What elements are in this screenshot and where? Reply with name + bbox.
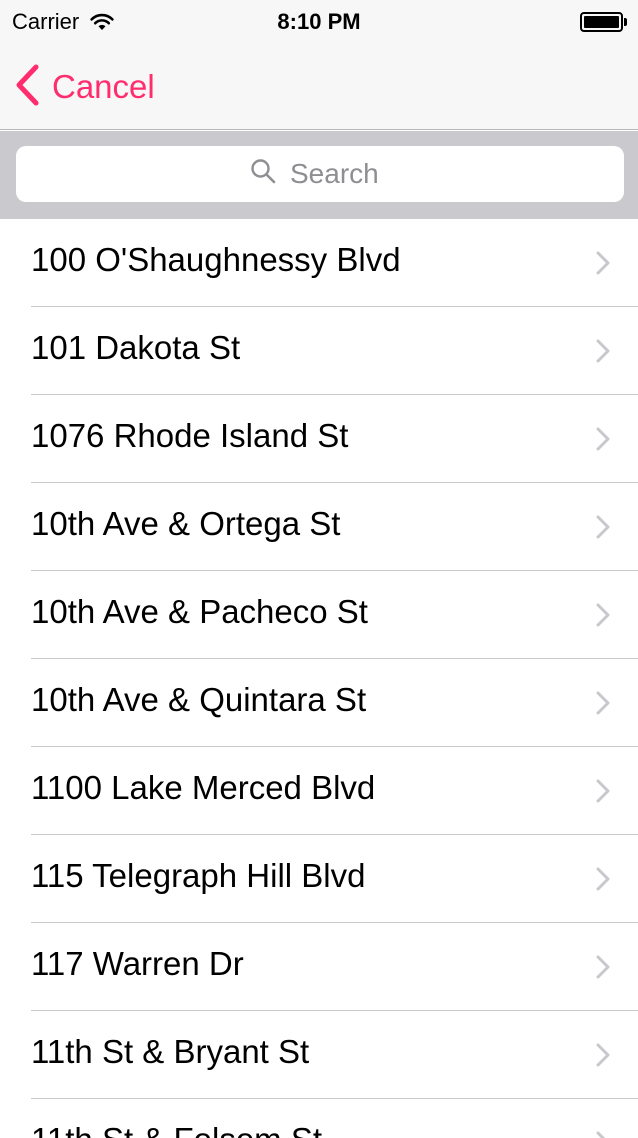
chevron-right-icon [596,515,610,539]
status-bar: Carrier 8:10 PM [0,0,638,42]
address-list: 100 O'Shaughnessy Blvd 101 Dakota St 107… [0,219,638,1138]
chevron-left-icon [14,64,40,111]
top-bar: Carrier 8:10 PM Cancel [0,0,638,130]
list-item-label: 1100 Lake Merced Blvd [31,769,376,806]
search-bar [0,131,638,219]
list-item-label: 100 O'Shaughnessy Blvd [31,241,401,278]
chevron-right-icon [596,603,610,627]
chevron-right-icon [596,955,610,979]
list-item-label: 11th St & Folsom St [31,1121,322,1138]
list-item-label: 115 Telegraph Hill Blvd [31,857,366,894]
list-item[interactable]: 11th St & Bryant St [0,1011,638,1099]
list-item-label: 10th Ave & Pacheco St [31,593,368,630]
list-item-label: 101 Dakota St [31,329,241,366]
list-item[interactable]: 117 Warren Dr [0,923,638,1011]
list-item-label: 10th Ave & Ortega St [31,505,341,542]
search-input[interactable] [290,158,390,190]
list-item[interactable]: 100 O'Shaughnessy Blvd [0,219,638,307]
search-icon [250,158,290,191]
status-time: 8:10 PM [277,9,361,34]
list-item[interactable]: 101 Dakota St [0,307,638,395]
chevron-right-icon [596,691,610,715]
list-item[interactable]: 1100 Lake Merced Blvd [0,747,638,835]
navigation-bar: Cancel [0,42,638,130]
list-item-label: 1076 Rhode Island St [31,417,349,454]
chevron-right-icon [596,427,610,451]
cancel-button[interactable]: Cancel [14,64,155,110]
list-item-label: 10th Ave & Quintara St [31,681,367,718]
search-field[interactable] [16,146,624,202]
chevron-right-icon [596,339,610,363]
cancel-label: Cancel [52,68,155,105]
screen: Carrier 8:10 PM Cancel Search 100 O'Shau… [0,0,638,1138]
battery-icon [580,12,628,32]
list-item[interactable]: 10th Ave & Pacheco St [0,571,638,659]
chevron-right-icon [596,779,610,803]
list-item[interactable]: 10th Ave & Quintara St [0,659,638,747]
chevron-right-icon [596,1131,606,1138]
chevron-right-icon [596,867,610,891]
list-item[interactable]: 1076 Rhode Island St [0,395,638,483]
list-item[interactable]: 10th Ave & Ortega St [0,483,638,571]
list-item-label: 117 Warren Dr [31,945,244,982]
list-item[interactable]: 115 Telegraph Hill Blvd [0,835,638,923]
chevron-right-icon [596,1043,610,1067]
list-item[interactable]: 11th St & Folsom St [0,1099,638,1138]
chevron-right-icon [596,251,610,275]
list-item-label: 11th St & Bryant St [31,1033,310,1070]
